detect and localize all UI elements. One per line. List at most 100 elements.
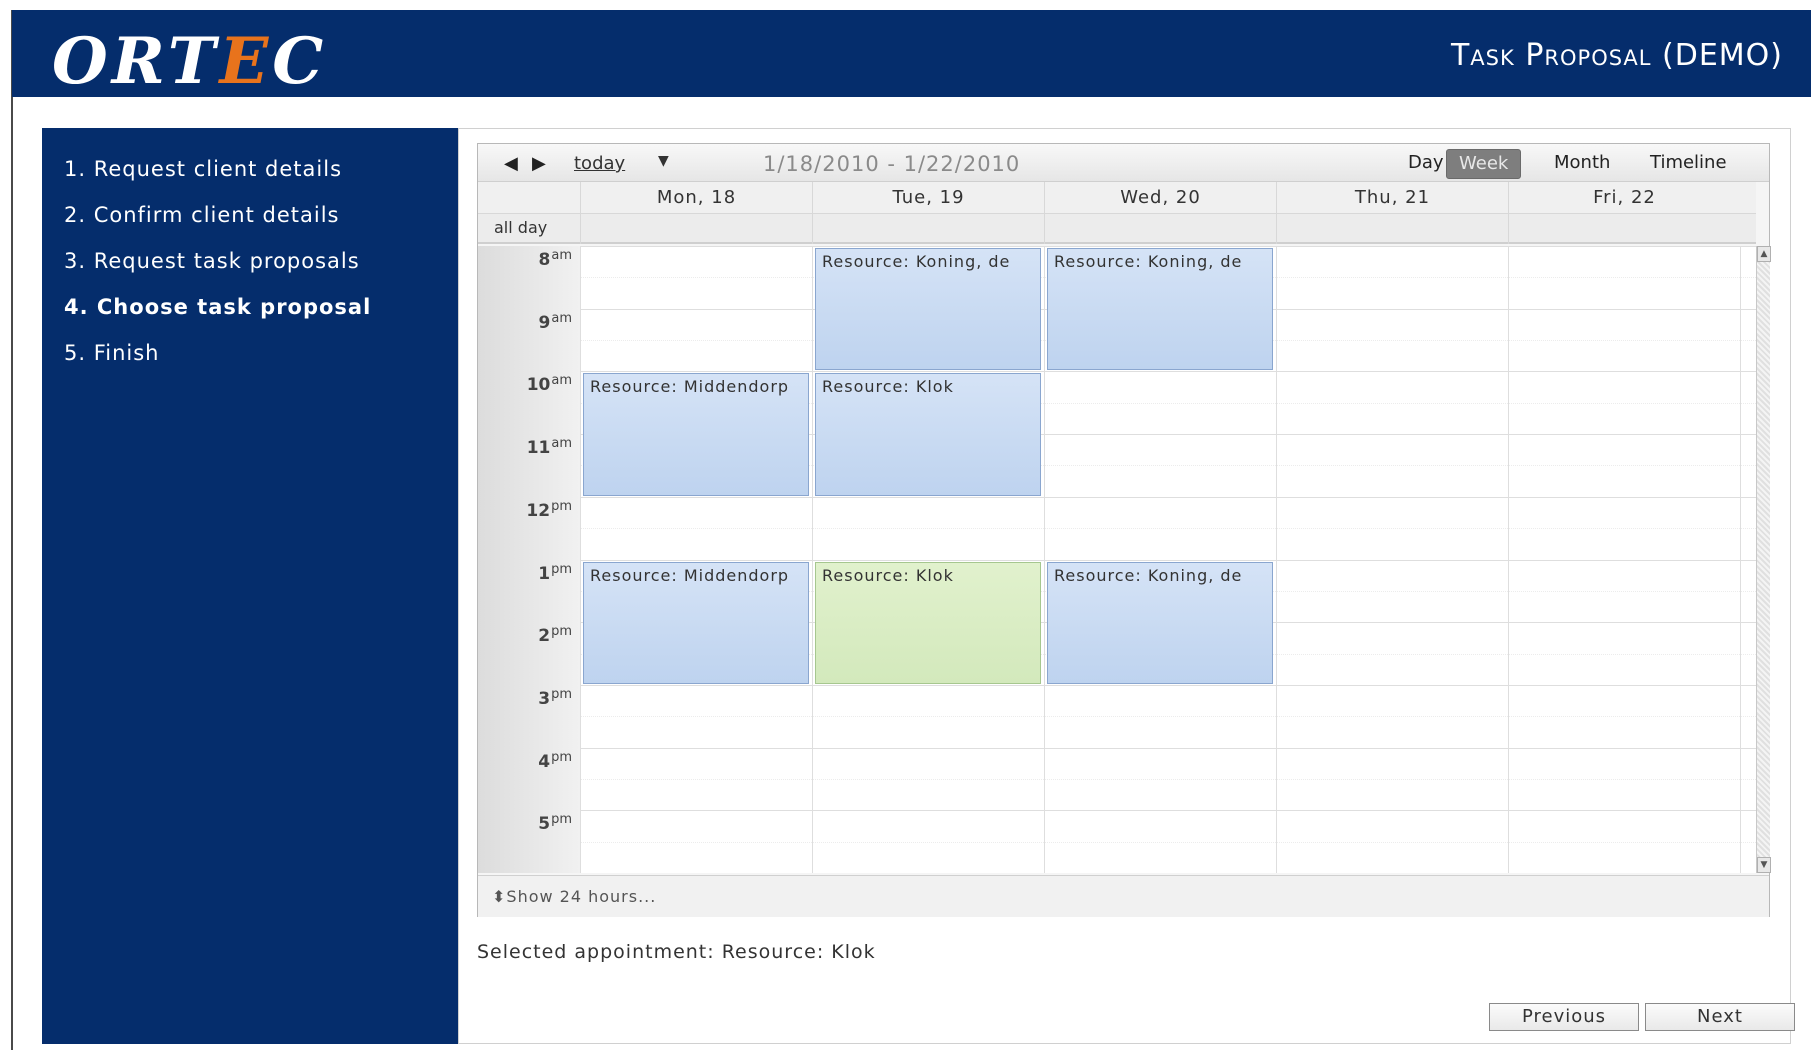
view-month-button[interactable]: Month bbox=[1542, 149, 1622, 179]
hour-number: 8 bbox=[538, 250, 551, 270]
hour-label: 4pm bbox=[538, 750, 572, 772]
all-day-cell[interactable] bbox=[1044, 214, 1276, 244]
show-24-hours-label: Show 24 hours... bbox=[506, 887, 657, 906]
step-finish[interactable]: 5. Finish bbox=[42, 330, 458, 376]
hour-gridline bbox=[580, 559, 1756, 561]
appointment-title: Resource: Koning, de bbox=[822, 252, 1011, 271]
hour-label: 9am bbox=[539, 311, 572, 333]
all-day-cell[interactable] bbox=[580, 214, 812, 244]
day-column-divider bbox=[1508, 246, 1509, 873]
appointment-title: Resource: Koning, de bbox=[1054, 565, 1243, 585]
hour-ampm: pm bbox=[551, 686, 572, 702]
scroll-up-icon[interactable]: ▲ bbox=[1757, 246, 1771, 262]
hour-gridline bbox=[580, 246, 1756, 247]
appointment-block[interactable]: Resource: Koning, de bbox=[1047, 248, 1273, 371]
logo-text-pre: ORT bbox=[52, 24, 220, 99]
appointment-title: Resource: Koning, de bbox=[1054, 252, 1243, 271]
step-confirm-client-details[interactable]: 2. Confirm client details bbox=[42, 192, 458, 238]
all-day-cell[interactable] bbox=[812, 214, 1044, 244]
appointment-title: Resource: Klok bbox=[822, 377, 954, 397]
next-week-icon[interactable]: ▶ bbox=[532, 153, 546, 174]
previous-button[interactable]: Previous bbox=[1489, 1003, 1639, 1031]
calendar-footer: ⬍Show 24 hours... bbox=[478, 875, 1769, 917]
appointment-block[interactable]: Resource: Klok bbox=[815, 561, 1041, 684]
hour-label: 5pm bbox=[538, 812, 572, 834]
hour-number: 5 bbox=[538, 814, 551, 835]
appointment-title: Resource: Klok bbox=[822, 565, 954, 585]
day-header-fri[interactable]: Fri, 22 bbox=[1508, 182, 1740, 214]
hour-label: 8am bbox=[539, 248, 572, 270]
logo-text-accent: E bbox=[219, 24, 273, 99]
hour-number: 1 bbox=[538, 563, 551, 584]
app-title: Task Proposal (DEMO) bbox=[1450, 38, 1783, 73]
hour-ampm: pm bbox=[551, 624, 572, 640]
day-column-divider bbox=[1276, 246, 1277, 873]
expand-icon: ⬍ bbox=[492, 887, 507, 906]
hour-ampm: pm bbox=[551, 561, 572, 577]
hour-number: 2 bbox=[538, 626, 551, 647]
app-header: ORTEC Task Proposal (DEMO) bbox=[12, 10, 1811, 99]
hour-number: 11 bbox=[526, 438, 551, 459]
logo-text-post: C bbox=[272, 24, 328, 99]
appointment-block[interactable]: Resource: Klok bbox=[815, 373, 1041, 496]
hour-gridline bbox=[580, 684, 1756, 686]
hour-label: 2pm bbox=[538, 624, 572, 646]
hour-label: 10am bbox=[527, 373, 572, 395]
hour-ampm: pm bbox=[551, 812, 572, 828]
prev-week-icon[interactable]: ◀ bbox=[504, 153, 518, 174]
hour-ampm: pm bbox=[551, 498, 572, 514]
hour-label: 3pm bbox=[538, 687, 572, 709]
show-24-hours-link[interactable]: ⬍Show 24 hours... bbox=[492, 887, 656, 906]
hour-gridline bbox=[580, 747, 1756, 749]
day-column-divider bbox=[812, 246, 813, 873]
hour-ampm: am bbox=[551, 436, 572, 452]
day-headers: Mon, 18 Tue, 19 Wed, 20 Thu, 21 Fri, 22 bbox=[478, 182, 1756, 214]
view-timeline-button[interactable]: Timeline bbox=[1638, 149, 1739, 179]
main-content: ◀ ▶ today ▼ 1/18/2010 - 1/22/2010 Day We… bbox=[458, 128, 1795, 1044]
wizard-steps-sidebar: 1. Request client details 2. Confirm cli… bbox=[42, 128, 458, 1044]
selected-appointment-text: Selected appointment: Resource: Klok bbox=[477, 941, 876, 963]
time-gutter: 8am 9am 10am 11am 12pm 1pm 2pm 3pm 4pm 5pm bbox=[478, 246, 580, 873]
ortec-logo: ORTEC bbox=[52, 24, 327, 99]
all-day-cell[interactable] bbox=[1508, 214, 1756, 244]
half-hour-gridline bbox=[580, 716, 1756, 718]
all-day-row: all day bbox=[478, 214, 1756, 244]
hour-gridline bbox=[580, 371, 1756, 373]
step-choose-task-proposal[interactable]: 4. Choose task proposal bbox=[42, 284, 458, 330]
hour-number: 9 bbox=[538, 312, 551, 333]
appointment-block[interactable]: Resource: Middendorp bbox=[583, 373, 809, 496]
appointment-block[interactable]: Resource: Koning, de bbox=[1047, 561, 1273, 684]
half-hour-gridline bbox=[580, 841, 1756, 843]
appointment-title: Resource: Middendorp bbox=[590, 565, 790, 585]
hour-ampm: am bbox=[551, 373, 572, 389]
hour-label: 1pm bbox=[538, 562, 572, 584]
vertical-scrollbar[interactable]: ▲ ▼ bbox=[1756, 246, 1771, 873]
next-button[interactable]: Next bbox=[1645, 1003, 1795, 1031]
chevron-down-icon[interactable]: ▼ bbox=[658, 153, 669, 169]
half-hour-gridline bbox=[580, 528, 1756, 530]
step-request-client-details[interactable]: 1. Request client details bbox=[42, 146, 458, 192]
view-week-button[interactable]: Week bbox=[1446, 149, 1522, 179]
time-grid[interactable]: 8am 9am 10am 11am 12pm 1pm 2pm 3pm 4pm 5pm Resour… bbox=[478, 246, 1756, 873]
week-calendar: ◀ ▶ today ▼ 1/18/2010 - 1/22/2010 Day We… bbox=[477, 143, 1771, 917]
day-header-wed[interactable]: Wed, 20 bbox=[1044, 182, 1276, 214]
day-header-mon[interactable]: Mon, 18 bbox=[580, 182, 812, 214]
scroll-down-icon[interactable]: ▼ bbox=[1757, 857, 1771, 873]
date-range-label: 1/18/2010 - 1/22/2010 bbox=[763, 152, 1021, 176]
day-column-divider bbox=[1044, 246, 1045, 873]
calendar-toolbar: ◀ ▶ today ▼ 1/18/2010 - 1/22/2010 Day We… bbox=[478, 144, 1769, 182]
hour-number: 12 bbox=[526, 500, 551, 521]
today-link[interactable]: today bbox=[574, 153, 625, 174]
appointment-block[interactable]: Resource: Middendorp bbox=[583, 561, 809, 684]
hour-ampm: am bbox=[551, 310, 572, 326]
all-day-cell[interactable] bbox=[1276, 214, 1508, 244]
half-hour-gridline bbox=[580, 778, 1756, 780]
day-header-tue[interactable]: Tue, 19 bbox=[812, 182, 1044, 214]
day-header-thu[interactable]: Thu, 21 bbox=[1276, 182, 1508, 214]
hour-number: 4 bbox=[538, 751, 551, 772]
step-request-task-proposals[interactable]: 3. Request task proposals bbox=[42, 238, 458, 284]
hour-number: 10 bbox=[526, 375, 551, 396]
hour-number: 3 bbox=[538, 688, 551, 709]
appointment-block[interactable]: Resource: Koning, de bbox=[815, 248, 1041, 371]
appointment-title: Resource: Middendorp bbox=[590, 377, 790, 397]
